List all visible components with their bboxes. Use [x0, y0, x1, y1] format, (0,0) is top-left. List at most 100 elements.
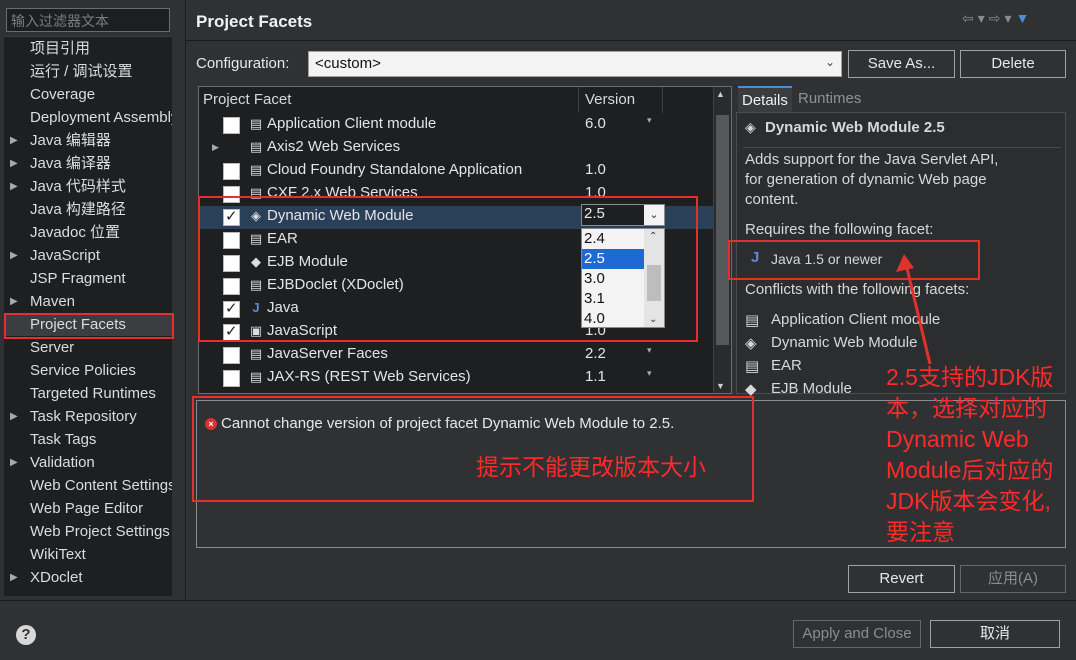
- tree-item-label: Task Tags: [30, 431, 97, 448]
- save-as-button[interactable]: Save As...: [848, 50, 955, 78]
- expand-arrow-icon[interactable]: ▶: [10, 244, 18, 267]
- expand-arrow-icon[interactable]: ▶: [10, 175, 18, 198]
- tree-item[interactable]: Service Policies: [4, 359, 172, 382]
- tree-item[interactable]: Server: [4, 336, 172, 359]
- configuration-value: <custom>: [315, 55, 381, 72]
- tree-item[interactable]: ▶ Java 编译器: [4, 152, 172, 175]
- scroll-thumb[interactable]: [716, 115, 729, 345]
- facet-version[interactable]: 6.0: [585, 115, 606, 132]
- facet-version[interactable]: 2.2: [585, 391, 606, 393]
- col-header-facet[interactable]: Project Facet: [199, 87, 579, 113]
- facet-name: JavaServer Faces: [267, 345, 388, 362]
- tree-item-label: Javadoc 位置: [30, 224, 121, 241]
- tree-item[interactable]: Coverage: [4, 83, 172, 106]
- tree-item-label: 项目引用: [30, 40, 91, 57]
- tab-details[interactable]: Details: [738, 86, 792, 112]
- scroll-down-icon[interactable]: ▼: [716, 381, 725, 391]
- details-title: Dynamic Web Module 2.5: [765, 119, 945, 136]
- tree-item[interactable]: ▶ XDoclet: [4, 566, 172, 589]
- expand-arrow-icon[interactable]: ▶: [10, 566, 18, 589]
- revert-button[interactable]: Revert: [848, 565, 955, 593]
- cancel-button[interactable]: 取消: [930, 620, 1060, 648]
- expand-arrow-icon[interactable]: ▶: [10, 152, 18, 175]
- tree-item[interactable]: Javadoc 位置: [4, 221, 172, 244]
- col-header-version[interactable]: Version: [579, 87, 663, 113]
- facet-name: Application Client module: [267, 115, 437, 132]
- tree-item[interactable]: ▶ Java 编辑器: [4, 129, 172, 152]
- tree-item[interactable]: WikiText: [4, 543, 172, 566]
- tree-item[interactable]: ▶ JavaScript: [4, 244, 172, 267]
- view-menu-icon[interactable]: ▼: [1016, 10, 1034, 26]
- annotation-line: JDK版本会变化,: [886, 488, 1051, 514]
- facet-row[interactable]: ▶ ▤ Axis2 Web Services: [199, 137, 713, 160]
- highlight-dynamic-web: [198, 196, 698, 342]
- tree-item[interactable]: Deployment Assembly: [4, 106, 172, 129]
- expand-arrow-icon[interactable]: ▶: [212, 142, 219, 153]
- scroll-up-icon[interactable]: ▲: [716, 89, 725, 99]
- forward-menu-icon[interactable]: ▾: [1005, 10, 1016, 26]
- facet-row[interactable]: ▤ JAX-RS (REST Web Services) 1.1 ▾: [199, 367, 713, 390]
- details-desc-3: content.: [745, 191, 799, 208]
- expand-arrow-icon[interactable]: ▶: [10, 405, 18, 428]
- highlight-requires: [728, 240, 980, 280]
- tree-item[interactable]: Web Project Settings: [4, 520, 172, 543]
- facet-icon: ▤: [249, 346, 263, 361]
- tree-item[interactable]: Web Content Settings: [4, 474, 172, 497]
- filter-input[interactable]: 输入过滤器文本: [6, 8, 170, 32]
- tree-item[interactable]: 项目引用: [4, 37, 172, 60]
- expand-arrow-icon[interactable]: ▶: [10, 290, 18, 313]
- tree-item[interactable]: 运行 / 调试设置: [4, 60, 172, 83]
- back-icon[interactable]: ⇦: [962, 10, 978, 26]
- facet-version[interactable]: 2.2: [585, 345, 606, 362]
- chevron-down-icon: ⌄: [824, 55, 835, 69]
- facet-checkbox[interactable]: [223, 347, 240, 364]
- facet-row[interactable]: ◇ JAXB 2.2: [199, 390, 713, 394]
- tree-item-label: Deployment Assembly: [30, 109, 172, 126]
- tree-item[interactable]: ▶ Task Repository: [4, 405, 172, 428]
- facet-version[interactable]: 1.1: [585, 368, 606, 385]
- facet-row[interactable]: ▤ Application Client module 6.0 ▾: [199, 114, 713, 137]
- facet-checkbox[interactable]: [223, 117, 240, 134]
- tab-runtimes[interactable]: Runtimes: [794, 86, 865, 112]
- requires-label: Requires the following facet:: [745, 221, 934, 238]
- expand-arrow-icon[interactable]: ▶: [10, 129, 18, 152]
- tree-item-label: Server: [30, 339, 75, 356]
- annotation-arrow: [896, 254, 932, 365]
- delete-button[interactable]: Delete: [960, 50, 1066, 78]
- tree-item-label: 运行 / 调试设置: [30, 63, 133, 80]
- tree-item[interactable]: ▶ Maven: [4, 290, 172, 313]
- tree-item-label: Validation: [30, 454, 95, 471]
- tree-item[interactable]: Java 构建路径: [4, 198, 172, 221]
- version-dropdown-icon[interactable]: ▾: [647, 368, 652, 379]
- tree-item-label: XDoclet: [30, 569, 83, 586]
- facet-row[interactable]: ▤ Cloud Foundry Standalone Application 1.0: [199, 160, 713, 183]
- nav-arrows[interactable]: ⇦▾⇨▾▼: [962, 10, 1033, 27]
- tree-item[interactable]: Task Tags: [4, 428, 172, 451]
- tree-item[interactable]: ▶ Validation: [4, 451, 172, 474]
- version-dropdown-icon[interactable]: ▾: [647, 345, 652, 356]
- facet-checkbox[interactable]: [223, 370, 240, 387]
- facet-row[interactable]: ▤ JavaServer Faces 2.2 ▾: [199, 344, 713, 367]
- annotation-line: 本，选择对应的: [886, 395, 1047, 421]
- back-menu-icon[interactable]: ▾: [978, 10, 989, 26]
- apply-and-close-button[interactable]: Apply and Close: [793, 620, 921, 648]
- details-divider: [743, 147, 1061, 148]
- forward-icon[interactable]: ⇨: [989, 10, 1005, 26]
- version-dropdown-icon[interactable]: ▾: [647, 115, 652, 126]
- tree-item[interactable]: JSP Fragment: [4, 267, 172, 290]
- file-icon: ▤: [745, 358, 760, 375]
- tree-item[interactable]: Web Page Editor: [4, 497, 172, 520]
- tree-item-label: Web Project Settings: [30, 523, 170, 540]
- expand-arrow-icon[interactable]: ▶: [10, 451, 18, 474]
- help-icon[interactable]: ?: [16, 625, 36, 645]
- file-icon: ▤: [745, 312, 760, 329]
- configuration-select[interactable]: <custom> ⌄: [308, 51, 842, 77]
- facet-checkbox[interactable]: [223, 393, 240, 394]
- details-desc-1: Adds support for the Java Servlet API,: [745, 151, 999, 168]
- facet-version[interactable]: 1.0: [585, 161, 606, 178]
- tree-item[interactable]: ▶ Java 代码样式: [4, 175, 172, 198]
- tree-item[interactable]: Targeted Runtimes: [4, 382, 172, 405]
- facet-checkbox[interactable]: [223, 163, 240, 180]
- tree-item-label: Coverage: [30, 86, 96, 103]
- apply-button[interactable]: 应用(A): [960, 565, 1066, 593]
